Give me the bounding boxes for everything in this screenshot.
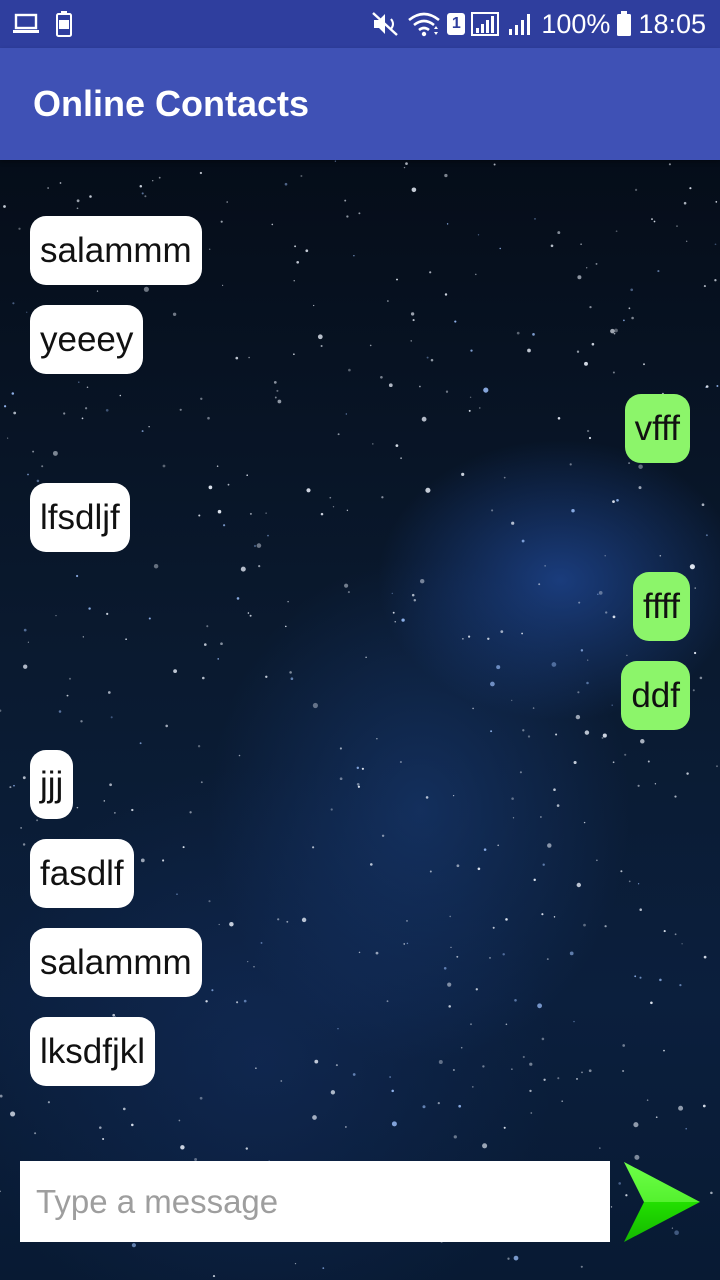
message-row: fasdlf	[0, 839, 720, 908]
status-left-icons	[12, 11, 72, 37]
signal-icon-2	[507, 11, 535, 37]
outgoing-message-bubble[interactable]: ddf	[621, 661, 690, 730]
sim-slot-icon: 1	[447, 13, 466, 35]
chat-background: salammm yeeey vfff lfsdljf ffff ddf jjj fasdlf s…	[0, 160, 720, 1280]
message-list[interactable]: salammm yeeey vfff lfsdljf ffff ddf jjj fasdlf s…	[0, 216, 720, 1106]
chat-screen: 1 100% 18:05 Online Contacts salammm yee…	[0, 0, 720, 1280]
incoming-message-bubble[interactable]: fasdlf	[30, 839, 134, 908]
battery-saver-icon	[56, 11, 72, 37]
message-row: ddf	[0, 661, 720, 730]
message-input[interactable]	[20, 1161, 610, 1242]
message-row: vfff	[0, 394, 720, 463]
mute-vibrate-icon	[371, 11, 401, 37]
battery-icon	[616, 11, 632, 37]
status-bar: 1 100% 18:05	[0, 0, 720, 48]
send-button[interactable]	[620, 1160, 704, 1244]
message-row: lksdfjkl	[0, 1017, 720, 1086]
incoming-message-bubble[interactable]: yeeey	[30, 305, 144, 374]
clock: 18:05	[638, 8, 706, 39]
incoming-message-bubble[interactable]: salammm	[30, 216, 202, 285]
outgoing-message-bubble[interactable]: vfff	[624, 394, 690, 463]
page-title: Online Contacts	[33, 83, 310, 124]
incoming-message-bubble[interactable]: lfsdljf	[30, 483, 130, 552]
incoming-message-bubble[interactable]: jjj	[30, 750, 74, 819]
message-row: salammm	[0, 928, 720, 997]
message-row: ffff	[0, 572, 720, 641]
laptop-icon	[12, 13, 40, 35]
send-arrow-icon	[624, 1162, 700, 1242]
status-right-icons: 1 100% 18:05	[371, 9, 706, 40]
outgoing-message-bubble[interactable]: ffff	[633, 572, 690, 641]
incoming-message-bubble[interactable]: lksdfjkl	[30, 1017, 156, 1086]
incoming-message-bubble[interactable]: salammm	[30, 928, 202, 997]
signal-icon	[471, 11, 501, 37]
message-row: yeeey	[0, 305, 720, 374]
message-row: salammm	[0, 216, 720, 285]
app-bar: Online Contacts	[0, 48, 720, 160]
message-row: jjj	[0, 750, 720, 819]
wifi-icon	[407, 11, 441, 37]
message-row: lfsdljf	[0, 483, 720, 552]
battery-percent: 100%	[541, 8, 611, 39]
